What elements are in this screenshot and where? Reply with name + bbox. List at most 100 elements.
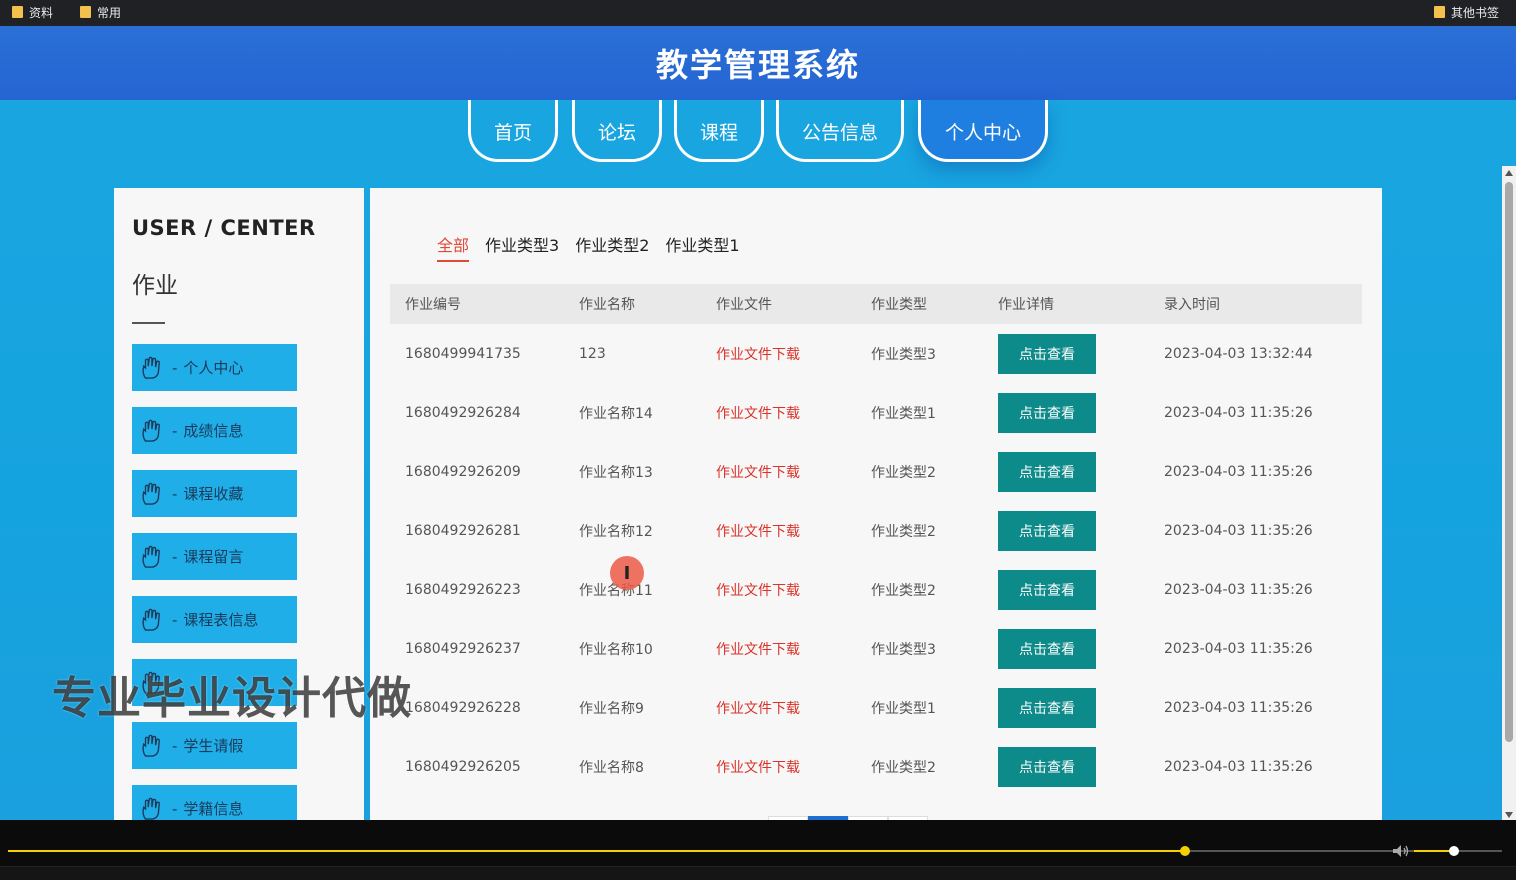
hand-icon — [142, 734, 160, 757]
cell-name: 作业名称9 — [579, 700, 644, 717]
cell-time: 2023-04-03 11:35:26 — [1164, 404, 1313, 421]
cell-detail: 点击查看 — [998, 383, 1096, 442]
site-title: 教学管理系统 — [655, 46, 860, 84]
folder-icon — [12, 6, 23, 18]
sidebar-item-course-favorites[interactable]: - 课程收藏 — [132, 470, 297, 517]
file-download-link[interactable]: 作业文件下载 — [716, 383, 800, 442]
cell-detail: 点击查看 — [998, 442, 1096, 501]
cell-name: 作业名称13 — [579, 464, 653, 481]
folder-icon — [1434, 6, 1445, 18]
table-row: 1680492926281 作业名称12 作业文件下载 作业类型2 点击查看 2023-0… — [390, 501, 1362, 560]
cell-detail: 点击查看 — [998, 324, 1096, 383]
tab-type-2[interactable]: 作业类型2 — [575, 232, 649, 262]
separator: - — [172, 799, 178, 818]
table-row: 1680492926228 作业名称9 作业文件下载 作业类型1 点击查看 2023-04… — [390, 678, 1362, 737]
page-scrollbar[interactable] — [1502, 166, 1516, 820]
view-detail-button[interactable]: 点击查看 — [998, 569, 1096, 610]
cell-detail: 点击查看 — [998, 619, 1096, 678]
table-header: 作业编号 作业名称 作业文件 作业类型 作业详情 录入时间 — [390, 284, 1362, 324]
view-detail-button[interactable]: 点击查看 — [998, 392, 1096, 433]
scroll-up-icon[interactable] — [1505, 170, 1513, 176]
view-detail-button[interactable]: 点击查看 — [998, 628, 1096, 669]
cell-time: 2023-04-03 11:35:26 — [1164, 463, 1313, 480]
header-id: 作业编号 — [405, 297, 461, 313]
sidebar-item-course-messages[interactable]: - 课程留言 — [132, 533, 297, 580]
bookmark-folder-other[interactable]: 其他书签 — [1434, 2, 1499, 22]
cell-id: 1680492926205 — [405, 758, 521, 775]
homework-content: 全部 作业类型3 作业类型2 作业类型1 作业编号 作业名称 作业文件 作业类型… — [370, 188, 1382, 820]
bookmark-folder-2[interactable]: 常用 — [80, 2, 121, 22]
taskbar-strip — [0, 866, 1516, 880]
cell-type: 作业类型1 — [871, 405, 936, 422]
hand-icon — [142, 356, 160, 379]
file-download-link[interactable]: 作业文件下载 — [716, 619, 800, 678]
sidebar-item-student-leave[interactable]: - 学生请假 — [132, 722, 297, 769]
cell-detail: 点击查看 — [998, 737, 1096, 796]
view-detail-button[interactable]: 点击查看 — [998, 451, 1096, 492]
view-detail-button[interactable]: 点击查看 — [998, 333, 1096, 374]
cell-type: 作业类型2 — [871, 582, 936, 599]
cell-time: 2023-04-03 11:35:26 — [1164, 581, 1313, 598]
cell-detail: 点击查看 — [998, 678, 1096, 737]
sidebar-item-label: 课程收藏 — [183, 485, 244, 503]
cell-time: 2023-04-03 11:35:26 — [1164, 758, 1313, 775]
cell-id: 1680492926223 — [405, 581, 521, 598]
nav-item-home[interactable]: 首页 — [468, 100, 558, 162]
header-detail: 作业详情 — [998, 297, 1054, 313]
site-header: 教学管理系统 — [0, 26, 1516, 100]
tab-type-3[interactable]: 作业类型3 — [485, 232, 559, 262]
volume-knob[interactable] — [1448, 846, 1459, 856]
scroll-down-icon[interactable] — [1505, 812, 1513, 818]
nav-item-personal-center[interactable]: 个人中心 — [918, 100, 1048, 162]
cell-time: 2023-04-03 13:32:44 — [1164, 345, 1313, 362]
file-download-link[interactable]: 作业文件下载 — [716, 442, 800, 501]
nav-item-notice[interactable]: 公告信息 — [776, 100, 904, 162]
header-type: 作业类型 — [871, 297, 927, 313]
file-download-link[interactable]: 作业文件下载 — [716, 678, 800, 737]
sidebar-item-student-status[interactable]: - 学籍信息 — [132, 785, 297, 820]
progress-knob[interactable] — [1180, 846, 1191, 856]
sidebar-item-label: 课程表信息 — [183, 611, 259, 629]
cell-time: 2023-04-03 11:35:26 — [1164, 699, 1313, 716]
file-download-link[interactable]: 作业文件下载 — [716, 737, 800, 796]
hand-icon — [142, 797, 160, 820]
sidebar-item-personal-center[interactable]: - 个人中心 — [132, 344, 297, 391]
cursor-icon: I — [610, 556, 644, 590]
tab-type-1[interactable]: 作业类型1 — [665, 232, 739, 262]
table-row: 1680492926237 作业名称10 作业文件下载 作业类型3 点击查看 2023-0… — [390, 619, 1362, 678]
hand-icon — [142, 482, 160, 505]
file-download-link[interactable]: 作业文件下载 — [716, 324, 800, 383]
volume-slider[interactable] — [1414, 846, 1502, 856]
table-row: 1680492926209 作业名称13 作业文件下载 作业类型2 点击查看 2023-0… — [390, 442, 1362, 501]
table-row: 1680499941735 123 作业文件下载 作业类型3 点击查看 2023-04-0… — [390, 324, 1362, 383]
progress-bar[interactable] — [8, 846, 1498, 856]
nav-item-course[interactable]: 课程 — [674, 100, 764, 162]
sidebar-item-label: 学生请假 — [183, 737, 244, 755]
table-row: 1680492926223 作业名称11 作业文件下载 作业类型2 点击查看 2023-0… — [390, 560, 1362, 619]
table-row: 1680492926205 作业名称8 作业文件下载 作业类型2 点击查看 2023-04… — [390, 737, 1362, 796]
cell-id: 1680492926237 — [405, 640, 521, 657]
tab-all[interactable]: 全部 — [437, 232, 470, 262]
sidebar-item-timetable[interactable]: - 课程表信息 — [132, 596, 297, 643]
hand-icon — [142, 545, 160, 568]
cell-type: 作业类型2 — [871, 464, 936, 481]
view-detail-button[interactable]: 点击查看 — [998, 746, 1096, 787]
bookmark-label: 资料 — [29, 5, 54, 20]
bookmark-label: 其他书签 — [1451, 5, 1500, 20]
cell-id: 1680499941735 — [405, 345, 521, 362]
nav-item-forum[interactable]: 论坛 — [572, 100, 662, 162]
file-download-link[interactable]: 作业文件下载 — [716, 501, 800, 560]
volume-icon[interactable] — [1392, 844, 1410, 858]
cell-name: 作业名称8 — [579, 759, 644, 776]
table-row: 1680492926284 作业名称14 作业文件下载 作业类型1 点击查看 2023-0… — [390, 383, 1362, 442]
bookmark-label: 常用 — [97, 5, 122, 20]
bookmark-folder-1[interactable]: 资料 — [12, 2, 53, 22]
folder-icon — [80, 6, 91, 18]
header-time: 录入时间 — [1164, 297, 1220, 313]
scrollbar-thumb[interactable] — [1505, 182, 1513, 742]
sidebar-item-grades[interactable]: - 成绩信息 — [132, 407, 297, 454]
view-detail-button[interactable]: 点击查看 — [998, 687, 1096, 728]
view-detail-button[interactable]: 点击查看 — [998, 510, 1096, 551]
file-download-link[interactable]: 作业文件下载 — [716, 560, 800, 619]
type-tabs: 全部 作业类型3 作业类型2 作业类型1 — [437, 232, 740, 262]
